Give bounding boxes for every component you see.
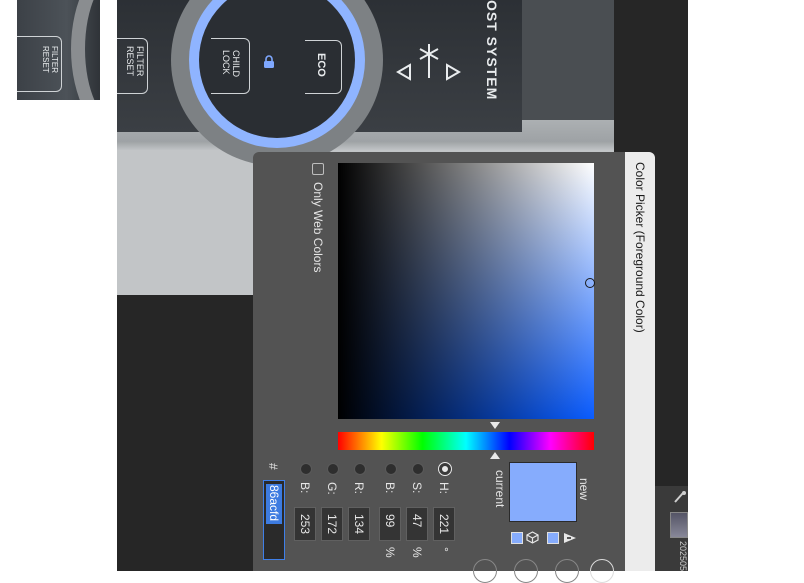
saturation-radio[interactable]	[412, 463, 424, 475]
defrost-label: OST SYSTEM	[484, 0, 500, 101]
hue-slider[interactable]	[338, 432, 594, 450]
hue-radio[interactable]	[438, 462, 452, 476]
brightness-unit: %	[383, 547, 397, 558]
saturation-unit: %	[410, 547, 424, 558]
dial-ring-fragment	[71, 0, 100, 100]
arrow-left-icon	[396, 63, 412, 81]
out-of-gamut-swatch-icon[interactable]	[511, 532, 523, 544]
arrow-right-icon	[445, 63, 461, 81]
current-label: current	[493, 470, 507, 508]
color-field[interactable]	[338, 163, 594, 419]
lock-icon	[262, 55, 276, 69]
green-radio[interactable]	[327, 463, 339, 475]
color-field-cursor[interactable]	[585, 278, 595, 288]
dialog-button-partial-1[interactable]	[473, 559, 497, 583]
hue-unit: °	[437, 547, 451, 552]
red-value: 134	[352, 514, 366, 535]
filter-reset-label: FILTER RESET	[125, 46, 145, 77]
web-safe-swatch-icon[interactable]	[547, 532, 559, 544]
photo-fragment-left: FILTER RESET	[17, 0, 100, 100]
hue-label: H:	[437, 482, 451, 494]
green-label: G:	[325, 482, 339, 495]
hue-slider-handle-top[interactable]	[490, 422, 500, 429]
hue-value: 221	[437, 514, 451, 535]
saturation-value: 47	[410, 514, 424, 528]
child-lock-label: CHILD LOCK	[221, 50, 241, 78]
brightness-value: 99	[383, 514, 397, 528]
saturation-label: S:	[410, 482, 424, 494]
thumbnail-image[interactable]	[670, 512, 688, 538]
new-color-swatch[interactable]	[509, 462, 577, 522]
dialog-button-partial-4[interactable]	[590, 559, 614, 583]
eco-label: ECO	[315, 53, 327, 77]
dialog-button-partial-3[interactable]	[555, 559, 579, 583]
web-safe-warning-icon[interactable]	[563, 531, 577, 545]
file-label: 202505	[678, 541, 688, 572]
only-web-colors-checkbox[interactable]	[312, 163, 324, 175]
brightness-radio[interactable]	[385, 463, 397, 475]
red-radio[interactable]	[354, 463, 366, 475]
blue-value: 253	[298, 514, 312, 535]
hex-label: #	[266, 463, 280, 470]
dialog-title: Color Picker (Foreground Color)	[633, 162, 647, 333]
cube-icon[interactable]	[526, 531, 539, 544]
snowflake-icon	[418, 43, 440, 65]
green-value: 172	[325, 514, 339, 535]
blue-label: B:	[298, 482, 312, 494]
filter-reset-label-small: FILTER RESET	[41, 46, 59, 73]
blue-radio[interactable]	[300, 463, 312, 475]
brush-tool-icon[interactable]	[673, 490, 687, 504]
color-picker-dialog: Color Picker (Foreground Color) Only Web…	[253, 152, 655, 583]
only-web-colors-label: Only Web Colors	[311, 182, 325, 273]
red-label: R:	[352, 482, 366, 494]
brightness-label: B:	[383, 482, 397, 494]
dialog-button-partial-2[interactable]	[514, 559, 538, 583]
hex-value: 86acfd	[267, 485, 281, 522]
new-label: new	[577, 478, 591, 501]
hue-slider-handle-bottom[interactable]	[490, 452, 500, 459]
